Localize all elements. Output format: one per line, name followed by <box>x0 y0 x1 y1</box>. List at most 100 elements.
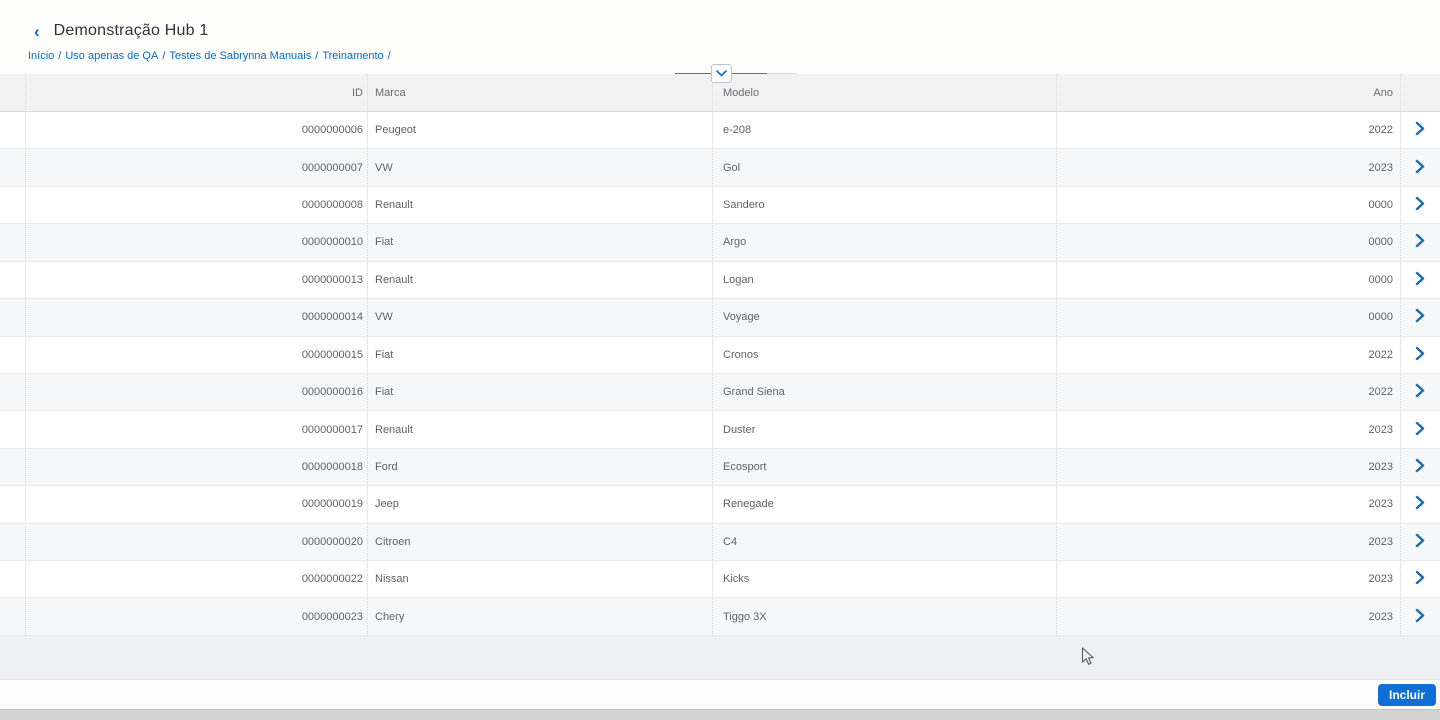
table-row[interactable]: 0000000017 Renault Duster 2023 <box>0 411 1440 449</box>
table-row[interactable]: 0000000018 Ford Ecosport 2023 <box>0 448 1440 487</box>
row-chevron-icon[interactable] <box>1400 533 1440 550</box>
cell-id: 0000000008 <box>301 199 363 212</box>
cell-id: 0000000017 <box>301 423 363 436</box>
table-row[interactable]: 0000000013 Renault Logan 0000 <box>0 261 1440 300</box>
row-chevron-icon[interactable] <box>1400 309 1440 326</box>
cell-modelo: Kicks <box>723 573 750 586</box>
cell-id: 0000000018 <box>301 461 363 473</box>
cell-marca: Fiat <box>375 386 394 399</box>
cell-id: 0000000010 <box>301 236 363 249</box>
cell-id: 0000000006 <box>301 124 363 137</box>
cell-modelo: Voyage <box>723 311 760 324</box>
page-header: ‹ Demonstração Hub 1 Início / Uso apenas d… <box>0 0 1440 74</box>
table-row[interactable]: 0000000016 Fiat Grand Siena 2022 <box>0 373 1440 412</box>
row-chevron-icon[interactable] <box>1400 608 1440 625</box>
breadcrumb-link[interactable]: Testes de Sabrynna Manuais <box>169 50 311 62</box>
table-row[interactable]: 0000000006 Peugeot e-208 2022 <box>0 112 1440 150</box>
breadcrumb-separator: / <box>58 50 62 62</box>
cell-ano: 2022 <box>1368 124 1393 137</box>
cell-marca: Fiat <box>375 236 394 249</box>
table-row[interactable]: 0000000015 Fiat Cronos 2022 <box>0 336 1440 374</box>
cell-modelo: Grand Siena <box>723 386 785 399</box>
cell-marca: VW <box>375 161 393 174</box>
cell-ano: 2022 <box>1368 386 1393 399</box>
page-title: Demonstração Hub 1 <box>53 22 209 39</box>
table-row[interactable]: 0000000008 Renault Sandero 0000 <box>0 186 1440 225</box>
cell-id: 0000000015 <box>301 348 363 361</box>
cell-ano: 2022 <box>1368 348 1393 361</box>
row-chevron-icon[interactable] <box>1400 383 1440 401</box>
table-row[interactable]: 0000000022 Nissan Kicks 2023 <box>0 561 1440 599</box>
row-chevron-icon[interactable] <box>1400 159 1440 176</box>
cell-ano: 2023 <box>1368 610 1393 623</box>
cell-id: 0000000019 <box>301 498 363 511</box>
cell-modelo: Renegade <box>723 498 774 511</box>
table-row[interactable]: 0000000014 VW Voyage 0000 <box>0 299 1440 337</box>
cell-id: 0000000023 <box>301 610 363 623</box>
cell-modelo: Duster <box>723 423 756 436</box>
cell-id: 0000000014 <box>301 311 363 324</box>
cell-id: 0000000020 <box>301 535 363 548</box>
cell-marca: Peugeot <box>375 124 416 137</box>
collapse-header-button[interactable] <box>711 64 732 83</box>
cell-marca: Renault <box>375 199 413 212</box>
cell-modelo: Ecosport <box>723 461 767 473</box>
content-background <box>0 636 1440 679</box>
row-chevron-icon[interactable] <box>1400 271 1440 288</box>
row-chevron-icon[interactable] <box>1400 122 1440 139</box>
column-header-marca[interactable]: Marca <box>375 87 705 99</box>
back-icon[interactable]: ‹ <box>34 23 40 40</box>
cell-modelo: C4 <box>723 535 738 548</box>
cell-modelo: Sandero <box>723 199 765 212</box>
chevron-down-icon <box>716 70 727 77</box>
breadcrumb-link[interactable]: Treinamento <box>322 50 383 62</box>
cell-modelo: Logan <box>723 273 754 286</box>
footer-bar: Incluir <box>0 679 1440 709</box>
column-header-id[interactable]: ID <box>25 87 363 99</box>
row-chevron-icon[interactable] <box>1400 421 1440 438</box>
cell-ano: 0000 <box>1368 236 1393 249</box>
table-body: 0000000006 Peugeot e-208 2022 0000000007… <box>0 112 1440 636</box>
column-header-ano[interactable]: Ano <box>1056 87 1393 99</box>
cell-marca: Nissan <box>375 573 409 586</box>
row-chevron-icon[interactable] <box>1400 346 1440 363</box>
column-header-modelo[interactable]: Modelo <box>723 87 1048 99</box>
cell-ano: 0000 <box>1368 199 1393 212</box>
table-row[interactable]: 0000000019 Jeep Renegade 2023 <box>0 486 1440 524</box>
cell-modelo: Argo <box>723 236 747 249</box>
cell-ano: 2023 <box>1368 161 1393 174</box>
cell-id: 0000000016 <box>301 386 363 399</box>
row-chevron-icon[interactable] <box>1400 234 1440 251</box>
row-chevron-icon[interactable] <box>1400 496 1440 513</box>
cell-marca: Renault <box>375 273 413 286</box>
cell-ano: 2023 <box>1368 573 1393 586</box>
cell-ano: 2023 <box>1368 535 1393 548</box>
table-row[interactable]: 0000000023 Chery Tiggo 3X 2023 <box>0 598 1440 636</box>
cell-marca: Renault <box>375 423 413 436</box>
table-row[interactable]: 0000000020 Citroen C4 2023 <box>0 523 1440 562</box>
bottom-strip <box>0 709 1440 720</box>
breadcrumb-separator: / <box>162 50 166 62</box>
row-chevron-icon[interactable] <box>1400 458 1440 476</box>
cell-ano: 0000 <box>1368 273 1393 286</box>
cell-id: 0000000007 <box>301 161 363 174</box>
incluir-button[interactable]: Incluir <box>1377 684 1436 706</box>
breadcrumb-separator: / <box>315 50 319 62</box>
cell-marca: Ford <box>375 461 398 473</box>
table-row[interactable]: 0000000010 Fiat Argo 0000 <box>0 224 1440 262</box>
cell-marca: Citroen <box>375 535 411 548</box>
cell-id: 0000000022 <box>301 573 363 586</box>
row-chevron-icon[interactable] <box>1400 571 1440 588</box>
cell-modelo: Gol <box>723 161 741 174</box>
cell-modelo: e-208 <box>723 124 752 137</box>
table-row[interactable]: 0000000007 VW Gol 2023 <box>0 149 1440 187</box>
cell-marca: VW <box>375 311 393 324</box>
cell-ano: 2023 <box>1368 423 1393 436</box>
breadcrumb-link[interactable]: Início <box>28 50 54 62</box>
breadcrumb-link[interactable]: Uso apenas de QA <box>65 50 158 62</box>
row-chevron-icon[interactable] <box>1400 196 1440 214</box>
cell-marca: Fiat <box>375 348 394 361</box>
cell-id: 0000000013 <box>301 273 363 286</box>
cell-ano: 2023 <box>1368 461 1393 473</box>
breadcrumb-separator: / <box>387 50 391 62</box>
